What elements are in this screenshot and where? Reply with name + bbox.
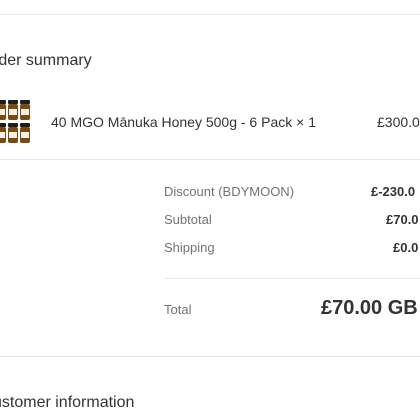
top-divider <box>0 14 420 15</box>
product-thumbnail-icon <box>0 100 30 143</box>
order-summary-page: rder summary 40 MGO Mānuka Honey 500g - … <box>0 0 420 420</box>
product-name: 40 MGO Mānuka Honey 500g - 6 Pack × 1 <box>51 114 316 130</box>
subtotal-value: £70.0 <box>386 212 419 227</box>
summary-divider <box>164 278 420 279</box>
product-divider <box>0 159 420 160</box>
order-summary-heading: rder summary <box>0 52 92 69</box>
section-divider <box>0 356 420 357</box>
honey-jar-row-bottom <box>0 123 30 143</box>
subtotal-label: Subtotal <box>164 212 212 227</box>
total-value: £70.00 GB <box>321 297 418 319</box>
customer-information-heading: ustomer information <box>0 394 135 411</box>
honey-jar-row-top <box>0 100 30 120</box>
discount-value: £-230.0 <box>371 184 416 199</box>
total-label: Total <box>164 302 192 317</box>
product-price: £300.0 <box>377 114 420 130</box>
shipping-label: Shipping <box>164 240 215 255</box>
discount-label: Discount (BDYMOON) <box>164 184 295 199</box>
shipping-value: £0.0 <box>393 240 419 255</box>
